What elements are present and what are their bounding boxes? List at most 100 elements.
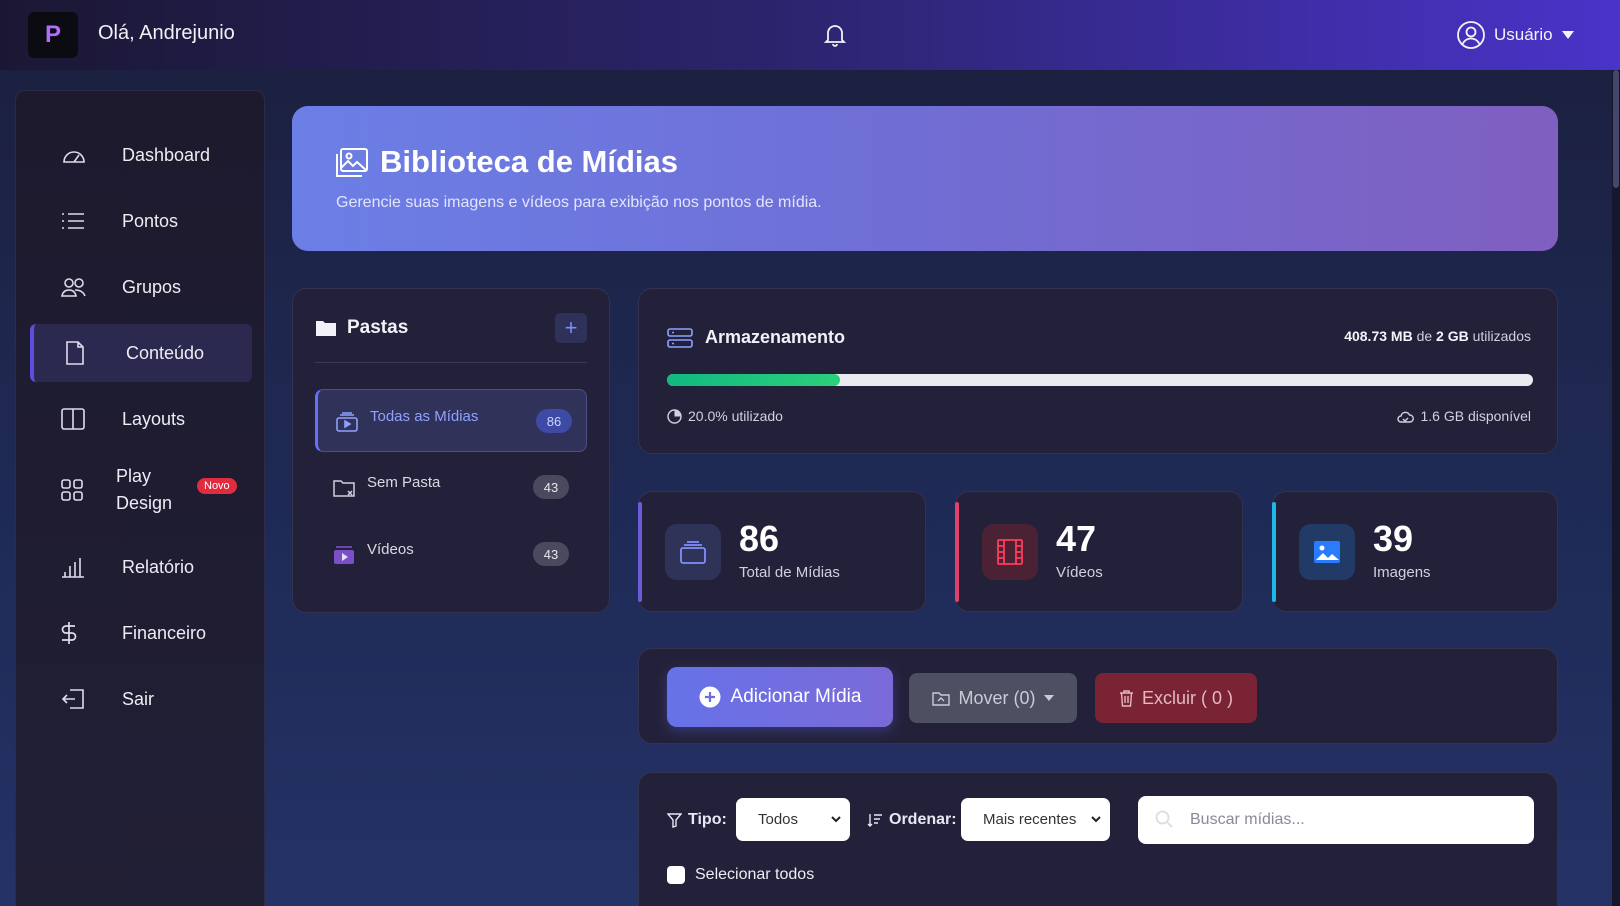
- storage-progress-fill: [667, 374, 841, 386]
- speedometer-icon: [63, 151, 85, 163]
- filter-icon: [667, 812, 682, 828]
- folder-label: Todas as Mídias: [370, 408, 479, 425]
- dollar-icon: [61, 622, 77, 644]
- sidebar-item-pontos[interactable]: Pontos: [30, 192, 252, 250]
- sort-icon: [867, 814, 882, 827]
- delete-button[interactable]: Excluir ( 0 ): [1095, 673, 1257, 723]
- people-icon: [61, 278, 86, 297]
- scrollbar-thumb[interactable]: [1613, 70, 1619, 188]
- checkbox-box[interactable]: [667, 866, 685, 884]
- folder-count-badge: 43: [533, 475, 569, 499]
- sidebar-item-dashboard[interactable]: Dashboard: [30, 126, 252, 184]
- folders-header: Pastas: [315, 317, 408, 339]
- storage-progress-bar: [667, 374, 1533, 386]
- stat-icon-box: [1299, 524, 1355, 580]
- server-icon: [667, 327, 693, 348]
- sidebar-item-sair[interactable]: Sair: [30, 670, 252, 728]
- folder-x-icon: [333, 480, 355, 497]
- folders-title: Pastas: [347, 317, 409, 338]
- folder-count-badge: 43: [533, 542, 569, 566]
- sidebar-item-play-design[interactable]: Play Design Novo: [30, 456, 252, 524]
- app-logo[interactable]: P: [28, 12, 78, 58]
- greeting-text: Olá, Andrejunio: [98, 22, 235, 44]
- caret-down-icon: [1561, 31, 1574, 39]
- folder-label: Sem Pasta: [367, 474, 441, 491]
- folder-item-videos[interactable]: Vídeos 43: [315, 523, 587, 586]
- list-icon: [62, 213, 84, 229]
- media-collection-icon: [336, 412, 358, 432]
- sidebar: Dashboard Pontos Grupos Conteúdo Layouts…: [15, 90, 265, 906]
- stat-value: 86: [739, 518, 780, 559]
- select-all-checkbox[interactable]: Selecionar todos: [667, 866, 814, 884]
- sidebar-item-label: Play Design: [116, 466, 173, 513]
- grid-icon: [61, 479, 83, 501]
- images-icon: [336, 148, 368, 177]
- storage-panel: Armazenamento 408.73 MB de 2 GB utilizad…: [638, 288, 1558, 454]
- folder-count-badge: 86: [536, 409, 572, 433]
- logout-icon: [61, 689, 84, 709]
- stat-card-total-media: 86 Total de Mídias: [638, 491, 926, 612]
- stat-label: Imagens: [1373, 564, 1431, 581]
- user-circle-icon: [1457, 21, 1485, 49]
- stat-card-images: 39 Imagens: [1272, 491, 1558, 612]
- page-scrollbar[interactable]: [1612, 70, 1620, 906]
- folder-icon: [316, 321, 336, 336]
- chevron-down-icon: [831, 816, 841, 823]
- folder-item-all-media[interactable]: Todas as Mídias 86: [315, 389, 587, 452]
- new-badge: Novo: [197, 478, 237, 494]
- folders-panel: Pastas + Todas as Mídias 86 Sem Pasta 43…: [292, 288, 610, 613]
- sidebar-item-financeiro[interactable]: Financeiro: [30, 604, 252, 662]
- storage-percent: 20.0% utilizado: [667, 408, 783, 424]
- page-title: Biblioteca de Mídias: [380, 144, 679, 179]
- sidebar-item-relatorio[interactable]: Relatório: [30, 538, 252, 596]
- bell-icon[interactable]: [823, 22, 847, 48]
- image-icon: [1314, 541, 1340, 563]
- sidebar-item-label: Pontos: [122, 210, 179, 231]
- folder-move-icon: [932, 691, 951, 706]
- search-input[interactable]: [1138, 796, 1534, 844]
- sidebar-item-label: Grupos: [122, 276, 182, 297]
- sidebar-item-layouts[interactable]: Layouts: [30, 390, 252, 448]
- storage-used-text: 408.73 MB de 2 GB utilizados: [1344, 328, 1531, 344]
- film-icon: [997, 539, 1023, 565]
- sidebar-item-grupos[interactable]: Grupos: [30, 258, 252, 316]
- user-label: Usuário: [1494, 25, 1553, 44]
- stat-icon-box: [982, 524, 1038, 580]
- sidebar-item-label: Financeiro: [122, 622, 207, 643]
- move-label: Mover (0): [958, 687, 1036, 708]
- stat-label: Total de Mídias: [739, 564, 840, 581]
- sort-select[interactable]: Mais recentes: [961, 798, 1110, 841]
- filters-panel: Tipo: Todos Ordenar: Mais recentes Selec…: [638, 772, 1558, 906]
- type-select[interactable]: Todos: [736, 798, 850, 841]
- actions-toolbar: Adicionar Mídia Mover (0) Excluir ( 0 ): [638, 648, 1558, 744]
- stat-icon-box: [665, 524, 721, 580]
- sidebar-item-label: Relatório: [122, 556, 195, 577]
- type-filter-label: Tipo:: [667, 811, 727, 829]
- cloud-icon: [1397, 411, 1415, 423]
- search-icon: [1155, 810, 1173, 828]
- layers-icon: [680, 541, 706, 564]
- add-media-button[interactable]: Adicionar Mídia: [667, 667, 893, 727]
- add-folder-button[interactable]: +: [555, 313, 587, 343]
- add-media-label: Adicionar Mídia: [730, 686, 862, 707]
- sidebar-item-label: Conteúdo: [126, 342, 205, 363]
- pie-chart-icon: [667, 408, 682, 424]
- video-folder-icon: [334, 546, 354, 564]
- stat-accent: [638, 502, 642, 602]
- sidebar-item-label: Sair: [122, 688, 155, 709]
- sidebar-item-conteudo[interactable]: Conteúdo: [30, 324, 252, 382]
- folder-label: Vídeos: [367, 541, 414, 558]
- user-menu[interactable]: Usuário: [1456, 20, 1575, 50]
- move-button[interactable]: Mover (0): [909, 673, 1077, 723]
- storage-available: 1.6 GB disponível: [1397, 408, 1531, 424]
- divider: [315, 362, 587, 363]
- stat-accent: [1272, 502, 1276, 602]
- folder-item-no-folder[interactable]: Sem Pasta 43: [315, 456, 587, 519]
- trash-icon: [1119, 689, 1133, 707]
- stat-accent: [955, 502, 959, 602]
- page-header-banner: Biblioteca de Mídias Gerencie suas image…: [292, 106, 1558, 251]
- top-bar: P Olá, Andrejunio Usuário: [0, 0, 1620, 70]
- delete-label: Excluir ( 0 ): [1141, 687, 1233, 708]
- stat-value: 39: [1373, 518, 1414, 559]
- storage-title: Armazenamento: [705, 327, 846, 347]
